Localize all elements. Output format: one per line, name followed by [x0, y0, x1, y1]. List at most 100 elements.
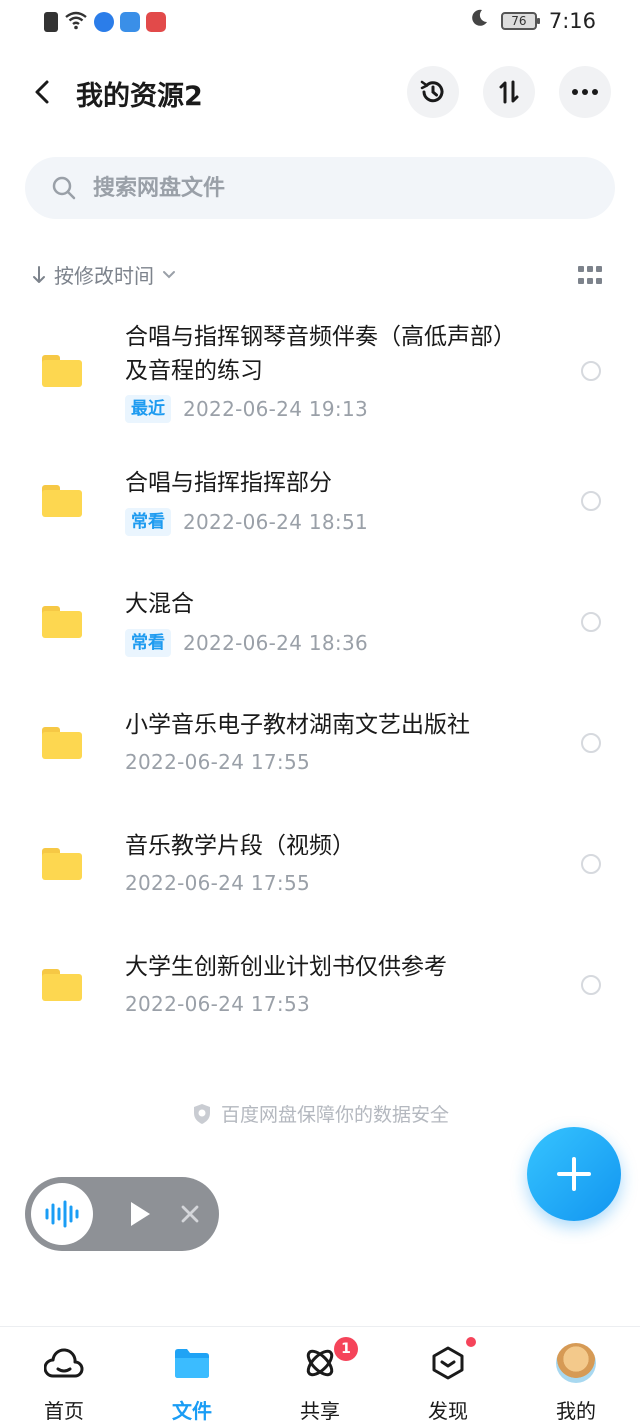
audio-wave-button[interactable]: [31, 1183, 93, 1245]
nav-label: 文件: [172, 1399, 212, 1422]
search-input[interactable]: [93, 157, 593, 219]
list-item[interactable]: 音乐教学片段（视频） 2022-06-24 17:55: [0, 823, 640, 923]
file-date: 2022-06-24 18:51: [183, 510, 369, 534]
file-tag: 常看: [125, 508, 171, 536]
grid-icon-cell: [596, 266, 602, 272]
bottom-nav: 首页 文件 1 共享 发现 我的: [0, 1326, 640, 1422]
file-meta: 2022-06-24 17:53: [125, 992, 310, 1016]
study-app-icon: [120, 12, 140, 32]
chevron-left-icon: [35, 80, 49, 104]
nav-label: 发现: [428, 1399, 468, 1422]
history-icon: [420, 80, 444, 103]
shield-icon: [193, 1103, 210, 1124]
folder-icon: [42, 727, 82, 759]
select-radio[interactable]: [581, 612, 601, 632]
nav-me[interactable]: 我的: [512, 1327, 640, 1422]
page-title: 我的资源2: [76, 81, 203, 112]
file-meta: 2022-06-24 17:55: [125, 871, 310, 895]
file-date: 2022-06-24 19:13: [183, 397, 369, 421]
sort-row: 按修改时间: [0, 252, 640, 298]
nav-label: 共享: [300, 1399, 340, 1422]
grid-icon-cell: [578, 277, 584, 284]
nav-discover[interactable]: 发现: [384, 1327, 512, 1422]
grid-icon-cell: [578, 266, 584, 272]
security-note: 百度网盘保障你的数据安全: [0, 1100, 640, 1127]
nav-label: 首页: [44, 1399, 84, 1422]
book-app-icon: [146, 12, 166, 32]
discover-box-icon: [428, 1343, 468, 1383]
add-button[interactable]: [527, 1127, 621, 1221]
nav-share[interactable]: 1 共享: [256, 1327, 384, 1422]
nav-label: 我的: [556, 1399, 596, 1422]
select-radio[interactable]: [581, 733, 601, 753]
file-name: 合唱与指挥指挥部分: [125, 470, 332, 496]
list-item[interactable]: 大学生创新创业计划书仅供参考 2022-06-24 17:53: [0, 944, 640, 1044]
security-text: 百度网盘保障你的数据安全: [220, 1104, 449, 1126]
grid-icon-cell: [587, 266, 593, 272]
nav-files[interactable]: 文件: [128, 1327, 256, 1422]
file-name: 大学生创新创业计划书仅供参考: [125, 954, 447, 980]
wifi-icon: [64, 10, 88, 34]
status-bar: 76 7:16: [0, 0, 640, 42]
search-icon: [52, 176, 76, 200]
sort-toggle-button[interactable]: [483, 66, 535, 118]
folder-icon: [42, 606, 82, 638]
select-radio[interactable]: [581, 491, 601, 511]
folder-icon: [42, 848, 82, 880]
folder-icon: [172, 1343, 212, 1383]
history-button[interactable]: [407, 66, 459, 118]
battery-indicator: 76: [500, 11, 540, 30]
close-player-button[interactable]: [175, 1199, 205, 1229]
notification-dot: [466, 1337, 476, 1347]
search-bar[interactable]: [25, 157, 615, 219]
file-tag: 常看: [125, 629, 171, 657]
avatar: [556, 1343, 596, 1383]
file-tag: 最近: [125, 395, 171, 423]
arrow-down-icon: [33, 265, 45, 283]
sort-arrows-icon: [499, 80, 519, 104]
more-button[interactable]: [559, 66, 611, 118]
file-name: 音乐教学片段（视频）: [125, 833, 355, 859]
nav-home[interactable]: 首页: [0, 1327, 128, 1422]
folder-icon: [42, 485, 82, 517]
audio-player[interactable]: [25, 1177, 219, 1251]
chevron-down-icon: [163, 270, 175, 278]
clock: 7:16: [548, 8, 596, 33]
header: 我的资源2: [0, 60, 640, 124]
file-meta: 常看 2022-06-24 18:51: [125, 508, 368, 536]
grid-icon-cell: [596, 277, 602, 284]
file-date: 2022-06-24 17:55: [125, 750, 311, 774]
more-dots-icon: [572, 89, 598, 95]
plus-icon: [557, 1157, 591, 1191]
file-meta: 常看 2022-06-24 18:36: [125, 629, 368, 657]
alert-icon: [44, 12, 58, 32]
list-item[interactable]: 大混合 常看 2022-06-24 18:36: [0, 581, 640, 681]
play-button[interactable]: [123, 1197, 157, 1231]
list-item[interactable]: 合唱与指挥钢琴音频伴奏（高低声部）及音程的练习 最近 2022-06-24 19…: [0, 310, 640, 440]
file-name: 合唱与指挥钢琴音频伴奏（高低声部）及音程的练习: [125, 324, 505, 384]
list-item[interactable]: 小学音乐电子教材湖南文艺出版社 2022-06-24 17:55: [0, 702, 640, 802]
home-cloud-icon: [44, 1343, 84, 1383]
select-radio[interactable]: [581, 361, 601, 381]
select-radio[interactable]: [581, 854, 601, 874]
moon-icon: [469, 8, 489, 33]
file-name: 大混合: [125, 591, 194, 617]
sort-label: 按修改时间: [54, 264, 154, 288]
file-meta: 最近 2022-06-24 19:13: [125, 395, 368, 423]
play-icon: [131, 1202, 150, 1226]
back-button[interactable]: [22, 72, 62, 112]
status-icons-right: 76 7:16: [469, 8, 596, 33]
select-radio[interactable]: [581, 975, 601, 995]
folder-icon: [42, 969, 82, 1001]
file-name: 小学音乐电子教材湖南文艺出版社: [125, 712, 470, 738]
file-date: 2022-06-24 18:36: [183, 631, 369, 655]
file-date: 2022-06-24 17:53: [125, 992, 311, 1016]
list-item[interactable]: 合唱与指挥指挥部分 常看 2022-06-24 18:51: [0, 460, 640, 560]
sound-wave-icon: [45, 1200, 79, 1228]
folder-icon: [42, 355, 82, 387]
close-icon: [181, 1205, 199, 1223]
avatar-icon: [556, 1343, 596, 1383]
file-date: 2022-06-24 17:55: [125, 871, 311, 895]
sort-by-modified-button[interactable]: 按修改时间: [32, 260, 176, 289]
grid-view-button[interactable]: [578, 266, 602, 286]
